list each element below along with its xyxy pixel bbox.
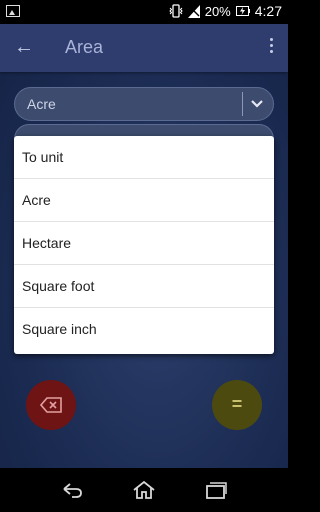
- nav-home-icon[interactable]: [132, 480, 156, 500]
- page-title: Area: [65, 37, 104, 57]
- backspace-button[interactable]: [26, 380, 76, 430]
- app-bar: ← Area: [0, 24, 288, 72]
- dropdown-item-to-unit[interactable]: To unit: [14, 136, 274, 179]
- from-unit-value: Acre: [27, 96, 56, 112]
- clock: 4:27: [254, 3, 282, 19]
- battery-icon: [235, 6, 250, 16]
- to-unit-dropdown-menu: To unit Acre Hectare Square foot Square …: [14, 136, 274, 354]
- vibrate-icon: [169, 4, 183, 18]
- back-arrow-icon[interactable]: ←: [14, 36, 34, 59]
- dropdown-item-acre[interactable]: Acre: [14, 179, 274, 222]
- equals-button[interactable]: =: [212, 380, 262, 430]
- signal-icon: [187, 4, 200, 18]
- chevron-down-icon[interactable]: [250, 96, 264, 110]
- status-bar: 20% 4:27: [0, 0, 288, 24]
- select-divider: [242, 92, 243, 116]
- overflow-menu-icon[interactable]: [270, 38, 274, 56]
- dropdown-item-hectare[interactable]: Hectare: [14, 222, 274, 265]
- nav-back-icon[interactable]: [60, 480, 84, 500]
- dropdown-item-square-foot[interactable]: Square foot: [14, 265, 274, 308]
- backspace-icon: [40, 397, 62, 413]
- navigation-bar: [0, 468, 288, 512]
- dropdown-item-square-inch[interactable]: Square inch: [14, 308, 274, 351]
- battery-percentage: 20%: [204, 3, 231, 19]
- nav-recent-apps-icon[interactable]: [204, 480, 228, 500]
- from-unit-select[interactable]: Acre: [14, 87, 274, 121]
- equals-label: =: [231, 394, 243, 414]
- image-notification-icon: [6, 5, 20, 17]
